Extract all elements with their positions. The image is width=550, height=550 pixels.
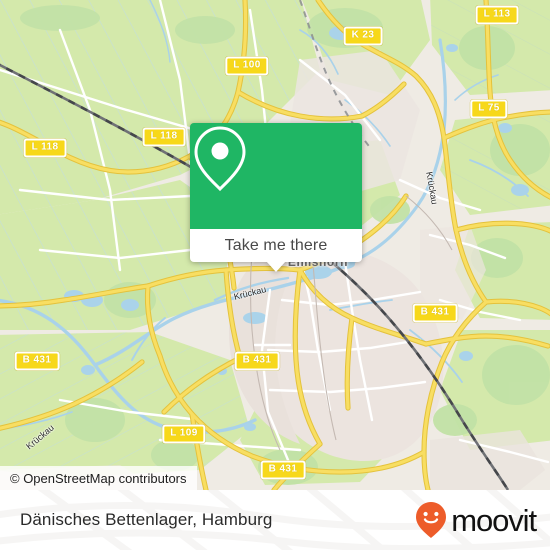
take-me-there-callout[interactable]: Take me there	[190, 123, 362, 272]
map-pin-icon	[194, 126, 246, 192]
road-shield-l109[interactable]: L 109	[162, 424, 206, 444]
take-me-there-label: Take me there	[224, 236, 328, 254]
map-screenshot: Elmshorn Krückau Krückau Krückau L 113 K…	[0, 0, 550, 550]
road-shield-l100[interactable]: L 100	[225, 56, 269, 76]
location-title: Dänisches Bettenlager, Hamburg	[20, 510, 273, 529]
road-shield-k23[interactable]: K 23	[343, 26, 383, 46]
moovit-brand[interactable]: moovit	[414, 490, 537, 550]
road-shield-b431-c[interactable]: B 431	[14, 351, 60, 371]
road-shield-l113[interactable]: L 113	[475, 5, 519, 25]
osm-attribution-bar[interactable]: © OpenStreetMap contributors	[0, 466, 197, 490]
road-shield-b431-d[interactable]: B 431	[260, 460, 306, 480]
moovit-wordmark: moovit	[451, 502, 537, 538]
road-shield-b431-b[interactable]: B 431	[234, 351, 280, 371]
callout-icon-panel	[190, 123, 362, 229]
road-shield-l118-b[interactable]: L 118	[23, 138, 67, 158]
map-canvas[interactable]: Elmshorn Krückau Krückau Krückau L 113 K…	[0, 0, 550, 490]
callout-button-panel[interactable]: Take me there	[190, 229, 362, 262]
osm-attribution-text: © OpenStreetMap contributors	[10, 470, 187, 486]
callout-tail-pointer	[266, 261, 286, 272]
footer-bar: Dänisches Bettenlager, Hamburg moovit	[0, 490, 550, 550]
road-shield-b431-a[interactable]: B 431	[412, 303, 458, 323]
road-shield-l75[interactable]: L 75	[470, 99, 508, 119]
moovit-smiley-pin-icon	[416, 502, 447, 538]
road-shield-l118-a[interactable]: L 118	[142, 127, 186, 147]
